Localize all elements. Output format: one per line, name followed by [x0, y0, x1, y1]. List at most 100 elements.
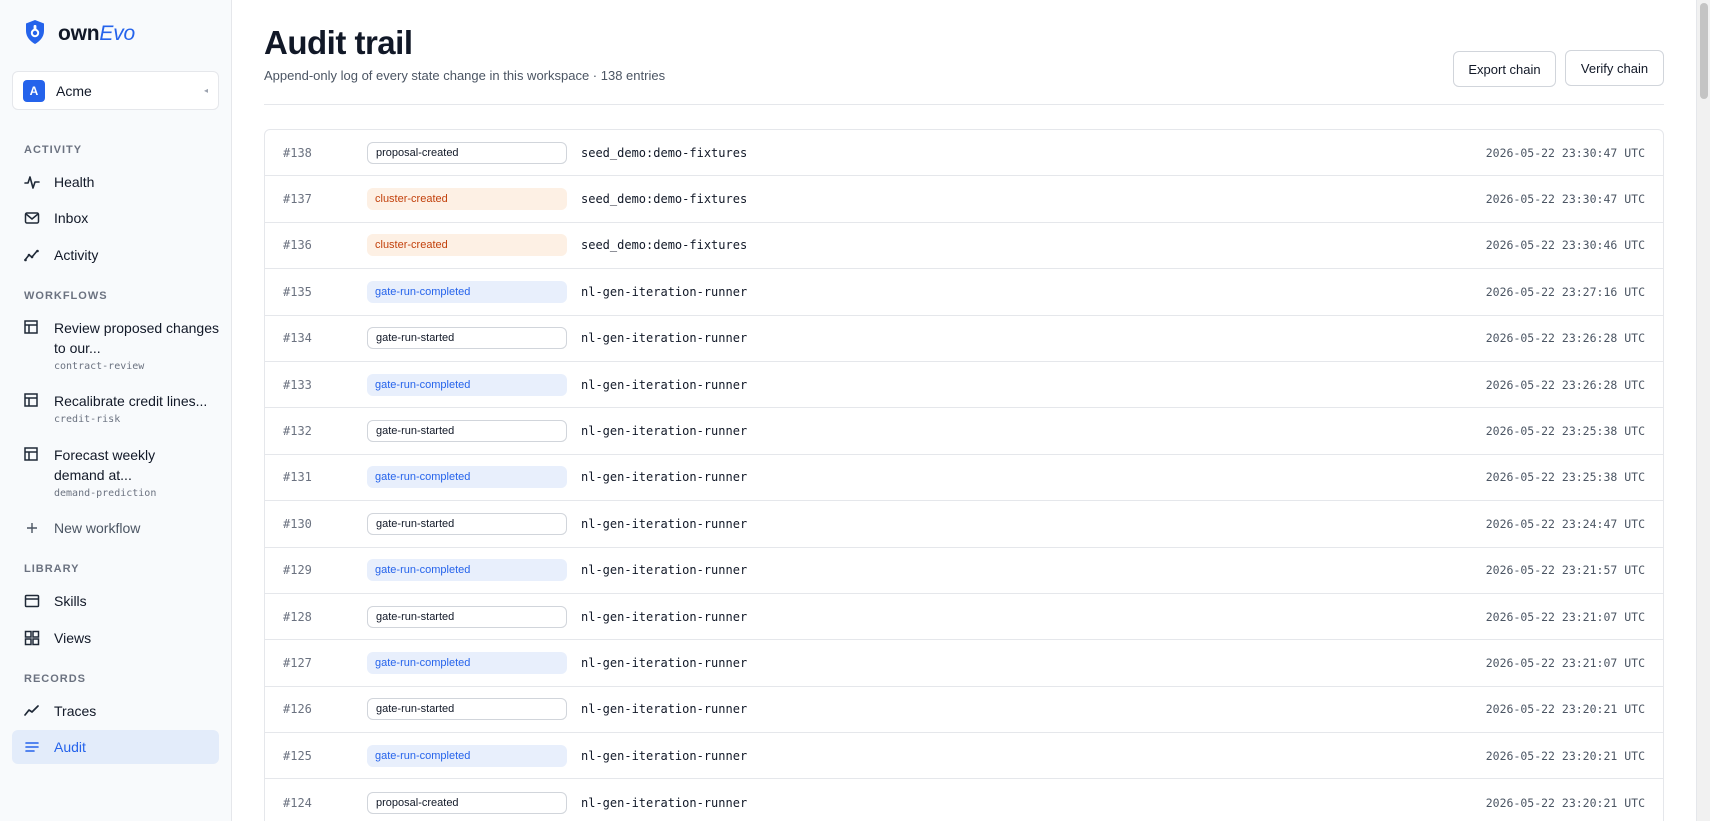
sidebar-item-label: Activity — [54, 247, 99, 263]
workspace-switcher[interactable]: A Acme ◂ — [12, 71, 219, 110]
entry-timestamp: 2026-05-22 23:27:16 UTC — [1485, 284, 1645, 299]
brand[interactable]: ownEvo — [24, 19, 135, 49]
event-type-badge: gate-run-completed — [367, 466, 567, 489]
new-workflow-label: New workflow — [54, 520, 141, 536]
sidebar-item-skills[interactable]: Skills — [12, 584, 219, 618]
sidebar-item-label: Traces — [54, 703, 97, 719]
entry-timestamp: 2026-05-22 23:26:28 UTC — [1485, 377, 1645, 392]
section-label-activity: ACTIVITY — [24, 144, 83, 156]
event-type-badge: gate-run-started — [367, 327, 567, 350]
table-row[interactable]: #134 gate-run-started nl-gen-iteration-run… — [265, 316, 1663, 362]
event-type-badge: cluster-created — [367, 234, 567, 257]
entry-sequence: #130 — [283, 516, 312, 531]
section-label-library: LIBRARY — [24, 563, 80, 575]
workflow-title: Forecast weekly demand at... — [54, 447, 156, 483]
entry-actor: nl-gen-iteration-runner — [581, 748, 748, 763]
section-label-workflows: WORKFLOWS — [24, 290, 108, 302]
entry-sequence: #137 — [283, 192, 312, 207]
entry-actor: seed_demo:demo-fixtures — [581, 238, 748, 253]
workflow-slug: credit-risk — [54, 414, 121, 425]
entry-sequence: #127 — [283, 655, 312, 670]
table-row[interactable]: #133 gate-run-completed nl-gen-iteration-r… — [265, 362, 1663, 409]
event-type-badge: cluster-created — [367, 188, 567, 211]
entry-actor: nl-gen-iteration-runner — [581, 424, 748, 439]
table-row[interactable]: #138 proposal-created seed_demo:demo-fixtu… — [265, 130, 1663, 177]
entry-actor: nl-gen-iteration-runner — [581, 655, 748, 670]
workflow-slug: demand-prediction — [54, 488, 157, 499]
scrollbar[interactable] — [1696, 0, 1710, 821]
event-type-badge: gate-run-completed — [367, 373, 567, 396]
table-row[interactable]: #124 proposal-created nl-gen-iteration-run… — [265, 779, 1663, 821]
plus-icon — [24, 520, 40, 536]
entry-timestamp: 2026-05-22 23:26:28 UTC — [1485, 331, 1645, 346]
entry-sequence: #133 — [283, 377, 312, 392]
entry-timestamp: 2026-05-22 23:21:57 UTC — [1485, 563, 1645, 578]
workflow-item-credit-risk[interactable]: Recalibrate credit lines... credit-risk — [12, 391, 219, 425]
entry-actor: seed_demo:demo-fixtures — [581, 145, 748, 160]
table-row[interactable]: #127 gate-run-completed nl-gen-iteration-r… — [265, 640, 1663, 687]
sidebar-item-health[interactable]: Health — [12, 165, 219, 199]
entry-actor: nl-gen-iteration-runner — [581, 284, 748, 299]
entry-timestamp: 2026-05-22 23:25:38 UTC — [1485, 470, 1645, 485]
event-type-badge: gate-run-started — [367, 420, 567, 443]
table-row[interactable]: #125 gate-run-completed nl-gen-iteration-r… — [265, 733, 1663, 780]
event-type-badge: gate-run-started — [367, 698, 567, 721]
table-row[interactable]: #132 gate-run-started nl-gen-iteration-run… — [265, 408, 1663, 455]
table-row[interactable]: #128 gate-run-started nl-gen-iteration-run… — [265, 594, 1663, 641]
entry-actor: seed_demo:demo-fixtures — [581, 192, 748, 207]
shield-logo-icon — [24, 19, 46, 50]
entry-timestamp: 2026-05-22 23:20:21 UTC — [1485, 702, 1645, 717]
workflow-slug: contract-review — [54, 361, 145, 372]
entry-sequence: #131 — [283, 470, 312, 485]
entry-timestamp: 2026-05-22 23:20:21 UTC — [1485, 795, 1645, 810]
entry-timestamp: 2026-05-22 23:24:47 UTC — [1485, 516, 1645, 531]
trend-icon — [24, 247, 40, 263]
section-label-records: RECORDS — [24, 673, 87, 685]
workflow-item-contract-review[interactable]: Review proposed changes to our... contra… — [12, 318, 219, 372]
table-row[interactable]: #136 cluster-created seed_demo:demo-fixtur… — [265, 223, 1663, 270]
sidebar-item-activity[interactable]: Activity — [12, 238, 219, 272]
entry-sequence: #136 — [283, 238, 312, 253]
table-row[interactable]: #129 gate-run-completed nl-gen-iteration-r… — [265, 548, 1663, 594]
sidebar-item-views[interactable]: Views — [12, 621, 219, 655]
workspace-avatar: A — [23, 79, 45, 102]
caret-icon: ◂ — [203, 86, 208, 95]
entry-sequence: #125 — [283, 748, 312, 763]
table-row[interactable]: #126 gate-run-started nl-gen-iteration-run… — [265, 687, 1663, 734]
entry-sequence: #124 — [283, 795, 312, 810]
export-chain-button[interactable]: Export chain — [1453, 51, 1556, 87]
entry-timestamp: 2026-05-22 23:30:46 UTC — [1485, 238, 1645, 253]
entry-actor: nl-gen-iteration-runner — [581, 377, 748, 392]
event-type-badge: proposal-created — [367, 141, 567, 164]
scrollbar-thumb[interactable] — [1700, 3, 1708, 99]
brand-name: ownEvo — [58, 22, 135, 45]
table-row[interactable]: #130 gate-run-started nl-gen-iteration-run… — [265, 501, 1663, 548]
audit-table: #138 proposal-created seed_demo:demo-fixtu… — [264, 129, 1664, 821]
event-type-badge: gate-run-completed — [367, 651, 567, 674]
entry-sequence: #135 — [283, 284, 312, 299]
sidebar-item-inbox[interactable]: Inbox — [12, 201, 219, 235]
table-row[interactable]: #131 gate-run-completed nl-gen-iteration-r… — [265, 455, 1663, 502]
verify-chain-button[interactable]: Verify chain — [1565, 50, 1664, 86]
workspace-name: Acme — [56, 82, 92, 99]
entry-sequence: #132 — [283, 424, 312, 439]
sidebar-item-label: Skills — [54, 593, 87, 609]
event-type-badge: proposal-created — [367, 791, 567, 814]
entry-actor: nl-gen-iteration-runner — [581, 609, 748, 624]
sidebar-item-label: Health — [54, 174, 95, 190]
entry-actor: nl-gen-iteration-runner — [581, 516, 748, 531]
table-row[interactable]: #135 gate-run-completed nl-gen-iteration-r… — [265, 269, 1663, 316]
workflow-item-demand-prediction[interactable]: Forecast weekly demand at... demand-pred… — [12, 445, 219, 499]
sidebar-item-traces[interactable]: Traces — [12, 694, 219, 728]
sidebar-item-label: Views — [54, 630, 92, 646]
event-type-badge: gate-run-completed — [367, 559, 567, 582]
entry-timestamp: 2026-05-22 23:30:47 UTC — [1485, 192, 1645, 207]
event-type-badge: gate-run-started — [367, 605, 567, 628]
new-workflow-button[interactable]: New workflow — [12, 511, 219, 545]
table-row[interactable]: #137 cluster-created seed_demo:demo-fixtur… — [265, 176, 1663, 223]
entry-timestamp: 2026-05-22 23:21:07 UTC — [1485, 609, 1645, 624]
sidebar-item-audit[interactable]: Audit — [12, 730, 219, 764]
entry-actor: nl-gen-iteration-runner — [581, 470, 748, 485]
table-icon — [24, 393, 40, 409]
entry-sequence: #138 — [283, 145, 312, 160]
